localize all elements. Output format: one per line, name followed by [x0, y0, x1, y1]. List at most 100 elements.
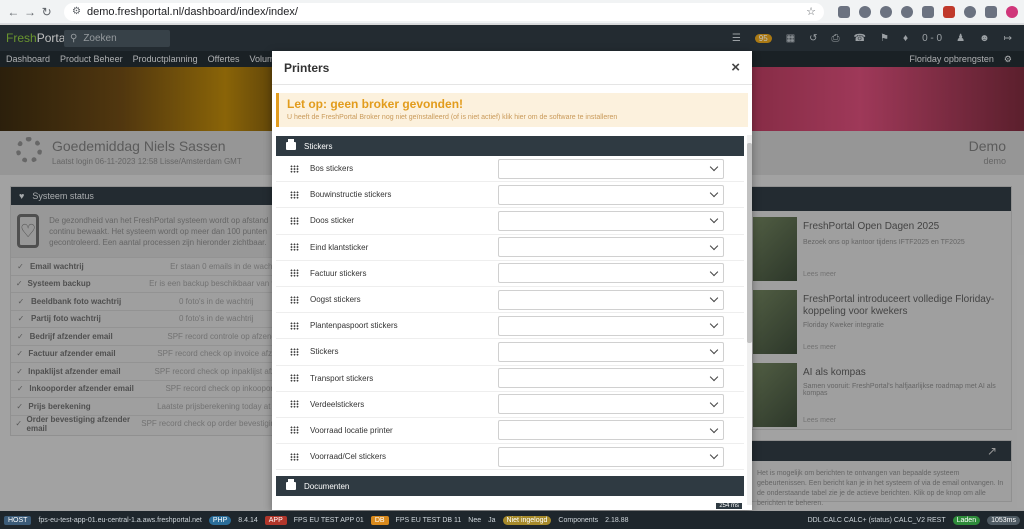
extension-icon[interactable] [922, 5, 935, 18]
printer-icon [286, 479, 296, 490]
db-tag: DB [370, 515, 389, 525]
loading-tag: Laden [952, 515, 981, 525]
printer-select[interactable] [498, 368, 724, 389]
printer-rows: Bos stickers Bouwinstructie stickers Doos … [276, 156, 744, 471]
printer-row: Bouwinstructie stickers [276, 182, 744, 209]
back-icon[interactable]: ← [6, 3, 21, 21]
chevron-down-icon [709, 241, 719, 250]
grid-icon [276, 243, 304, 252]
grid-icon [276, 374, 304, 383]
extension-icon[interactable] [859, 5, 872, 18]
grid-icon [276, 400, 304, 409]
printer-select[interactable] [498, 315, 724, 336]
printer-row: Eind klantsticker [276, 235, 744, 261]
nee-label: Nee [468, 516, 482, 524]
printer-select[interactable] [498, 341, 724, 362]
phone-extension-icon[interactable] [880, 5, 893, 18]
printer-row: Transport stickers [276, 366, 744, 392]
printer-row-label: Factuur stickers [310, 268, 367, 278]
printer-row: Oogst stickers [276, 287, 744, 314]
app-tag: APP [264, 515, 287, 525]
printer-select[interactable] [498, 210, 724, 231]
address-bar[interactable]: ⚙ demo.freshportal.nl/dashboard/index/in… [64, 2, 825, 21]
extension-icon[interactable] [901, 5, 914, 18]
scrollbar-thumb[interactable] [747, 143, 752, 343]
printer-row-label: Verdeelstickers [310, 399, 365, 409]
host-tag: HOST [4, 515, 32, 525]
calc-flags: DDL CALC CALC+ (status) CALC_V2 REST [807, 516, 946, 524]
printer-select[interactable] [498, 289, 724, 310]
printer-select[interactable] [498, 446, 724, 467]
printer-row: Factuur stickers [276, 261, 744, 287]
php-tag: PHP [208, 515, 232, 525]
forward-icon[interactable]: → [23, 3, 38, 21]
grid-icon [276, 321, 304, 330]
printer-row: Bos stickers [276, 156, 744, 183]
site-info-icon[interactable]: ⚙ [72, 6, 81, 17]
chevron-down-icon [709, 372, 719, 381]
printer-row-label: Voorraad locatie printer [310, 425, 393, 435]
printer-row-label: Oogst stickers [310, 295, 361, 305]
db-value: FPS EU TEST DB 11 [395, 516, 462, 524]
extension-icons [838, 5, 1019, 18]
broker-warning[interactable]: Let op: geen broker gevonden! U heeft de… [276, 93, 748, 127]
chevron-down-icon [709, 424, 719, 434]
modal-scrollbar[interactable] [747, 135, 752, 505]
printer-row: Voorraad locatie printer [276, 418, 744, 445]
grid-icon [276, 269, 304, 278]
components-value: 2.18.88 [605, 516, 629, 524]
close-icon[interactable]: × [731, 59, 740, 76]
grid-icon [276, 295, 304, 304]
profile-avatar[interactable] [1006, 5, 1019, 18]
grid-icon [276, 190, 304, 199]
printer-select[interactable] [498, 394, 724, 415]
response-time-tag: 1053ms [987, 515, 1020, 525]
grid-icon [276, 426, 304, 435]
warning-text[interactable]: U heeft de FreshPortal Broker nog niet g… [287, 114, 740, 121]
chevron-down-icon [709, 189, 719, 198]
chevron-down-icon [709, 215, 719, 224]
printer-icon [286, 139, 296, 150]
timing-label: 254 ms [716, 503, 742, 509]
modal-header: Printers × [272, 51, 752, 85]
extension-icon[interactable] [943, 5, 956, 18]
printer-select[interactable] [498, 263, 724, 284]
grid-icon [276, 347, 304, 356]
url-text: demo.freshportal.nl/dashboard/index/inde… [86, 5, 298, 18]
printer-select[interactable] [498, 420, 724, 441]
section-stickers: Stickers [276, 136, 744, 156]
chevron-down-icon [709, 293, 719, 303]
ja-label: Ja [488, 516, 496, 524]
chevron-down-icon [709, 398, 719, 408]
chevron-down-icon [709, 319, 719, 329]
printer-select[interactable] [498, 237, 724, 258]
printer-row-label: Doos sticker [310, 216, 355, 226]
extension-icon[interactable] [838, 5, 851, 18]
printer-select[interactable] [498, 158, 724, 179]
printer-select[interactable] [498, 184, 724, 205]
chevron-down-icon [709, 450, 719, 460]
printer-row-label: Plantenpaspoort stickers [310, 321, 398, 331]
modal-title: Printers [284, 60, 330, 75]
printer-row-label: Bos stickers [310, 164, 354, 174]
grid-icon [276, 164, 304, 173]
chevron-down-icon [709, 267, 719, 277]
section-documents[interactable]: Documenten [276, 476, 744, 496]
printer-row-label: Bouwinstructie stickers [310, 190, 392, 200]
browser-toolbar: ← → ↻ ⚙ demo.freshportal.nl/dashboard/in… [0, 0, 1024, 24]
chevron-down-icon [709, 346, 719, 355]
host-value: fps-eu-test-app-01.eu-central-1.a.aws.fr… [38, 516, 202, 524]
reload-icon[interactable]: ↻ [39, 3, 54, 21]
printer-row: Doos sticker [276, 208, 744, 235]
printer-row: Plantenpaspoort stickers [276, 313, 744, 340]
grid-icon [276, 452, 304, 461]
puzzle-icon[interactable] [985, 5, 998, 18]
printer-row: Stickers [276, 339, 744, 366]
printers-modal: Printers × Let op: geen broker gevonden!… [272, 51, 752, 510]
printer-row-label: Eind klantsticker [310, 242, 369, 252]
printer-row-label: Voorraad/Cel stickers [310, 452, 387, 462]
extension-icon[interactable] [964, 5, 977, 18]
bookmark-star-icon[interactable]: ☆ [806, 5, 816, 18]
app-value: FPS EU TEST APP 01 [293, 516, 364, 524]
printer-row-label: Transport stickers [310, 373, 374, 383]
